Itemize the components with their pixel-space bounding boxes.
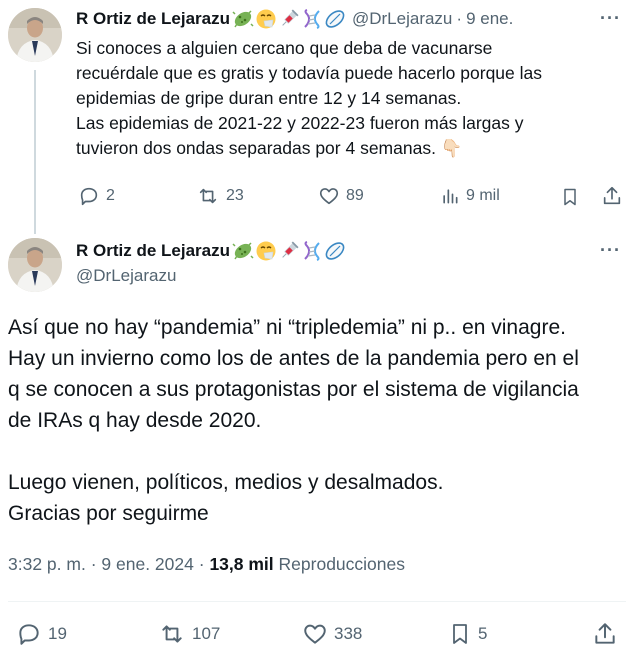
more-options-icon[interactable]: ···: [600, 8, 621, 29]
author-emojis: [232, 8, 346, 30]
rugby-ball-emoji: [325, 10, 345, 28]
sneezing-face-emoji: [256, 241, 276, 261]
author-handle[interactable]: @DrLejarazu: [76, 266, 176, 286]
tweet-date[interactable]: 9 ene. 2024: [101, 554, 193, 574]
author-handle[interactable]: @DrLejarazu: [352, 8, 452, 30]
share-button[interactable]: [592, 621, 618, 652]
tweet-metadata: 3:32 p. m. · 9 ene. 2024 · 13,8 mil Repr…: [8, 554, 405, 575]
reply-count: 19: [48, 624, 67, 643]
tweet-text-line: Luego vienen, políticos, medios y desalm…: [8, 471, 444, 494]
syringe-emoji: [282, 241, 299, 258]
share-icon: [595, 623, 615, 644]
more-options-icon[interactable]: ···: [600, 240, 621, 261]
reply-count: 2: [106, 187, 115, 204]
tweet-text-line: recuérdale que es gratis y todavía puede…: [76, 63, 542, 83]
dna-emoji: [304, 241, 320, 261]
separator-dot: ·: [198, 554, 210, 574]
share-button[interactable]: [601, 185, 623, 212]
like-button[interactable]: 89: [318, 185, 364, 207]
tweet-text-line: epidemias de gripe duran entre 12 y 14 s…: [76, 88, 462, 108]
tweet-text-line: Las epidemias de 2021-22 y 2022-23 fuero…: [76, 113, 524, 133]
thread-connector-line: [34, 70, 36, 234]
microbe-emoji: [232, 10, 254, 28]
repost-count: 23: [226, 187, 244, 204]
tweet-text-line: Si conoces a alguien cercano que deba de…: [76, 38, 493, 58]
repost-icon: [199, 188, 217, 204]
reply-icon: [80, 187, 98, 206]
repost-icon: [162, 625, 182, 643]
reply-button[interactable]: 19: [16, 621, 67, 647]
repost-count: 107: [192, 624, 221, 643]
tweet-text-line: q se conocen a sus protagonistas por el …: [8, 378, 579, 401]
tweet2-text: Así que no hay “pandemia” ni “tripledemi…: [8, 312, 626, 529]
like-count: 338: [334, 624, 363, 643]
analytics-icon: [443, 189, 458, 204]
tweet-text-line: Hay un invierno como los de antes de la …: [8, 347, 579, 370]
author-avatar[interactable]: [8, 238, 62, 292]
separator-dot: ·: [456, 9, 463, 28]
tweet2-header: R Ortiz de Lejarazu: [76, 240, 346, 262]
bookmark-icon: [453, 624, 467, 644]
tweet-time[interactable]: 3:32 p. m.: [8, 554, 86, 574]
separator-dot: ·: [90, 554, 102, 574]
tweet-text-line: Gracias por seguirme: [8, 502, 209, 525]
tweet-text-line: de IRAs q hay desde 2020.: [8, 409, 262, 432]
syringe-emoji: [282, 9, 299, 26]
share-icon: [603, 186, 621, 205]
tweet-text-line: tuvieron dos ondas separadas por 4 seman…: [76, 138, 463, 158]
views-count: 9 mil: [466, 187, 500, 204]
heart-icon: [319, 188, 339, 205]
author-name[interactable]: R Ortiz de Lejarazu: [76, 8, 230, 30]
tweet-date[interactable]: 9 ene.: [466, 8, 513, 30]
bookmark-button[interactable]: 5: [448, 621, 487, 647]
views-count: 13,8 mil: [209, 554, 274, 574]
tweet-text-line: Así que no hay “pandemia” ni “tripledemi…: [8, 316, 566, 339]
views-button[interactable]: 9 mil: [440, 185, 500, 207]
reply-button[interactable]: 2: [78, 185, 115, 207]
sneezing-face-emoji: [256, 9, 276, 29]
like-button[interactable]: 338: [302, 621, 362, 647]
author-name[interactable]: R Ortiz de Lejarazu: [76, 240, 230, 262]
author-emojis: [232, 240, 346, 262]
rugby-ball-emoji: [325, 242, 345, 260]
bookmark-icon: [564, 188, 576, 206]
dna-emoji: [304, 9, 320, 29]
like-count: 89: [346, 187, 364, 204]
microbe-emoji: [232, 242, 254, 260]
bookmark-count: 5: [478, 624, 488, 643]
tweet1-text: Si conoces a alguien cercano que deba de…: [76, 36, 616, 161]
author-avatar[interactable]: [8, 8, 62, 62]
views-label: Reproducciones: [278, 554, 405, 574]
divider: [8, 601, 626, 602]
bookmark-button[interactable]: [560, 186, 580, 213]
tweet1-header: R Ortiz de Lejarazu @DrLejarazu · 9 ene.: [76, 8, 513, 30]
heart-icon: [304, 624, 326, 644]
reply-icon: [19, 624, 39, 645]
repost-button[interactable]: 107: [158, 621, 220, 647]
repost-button[interactable]: 23: [196, 185, 244, 207]
